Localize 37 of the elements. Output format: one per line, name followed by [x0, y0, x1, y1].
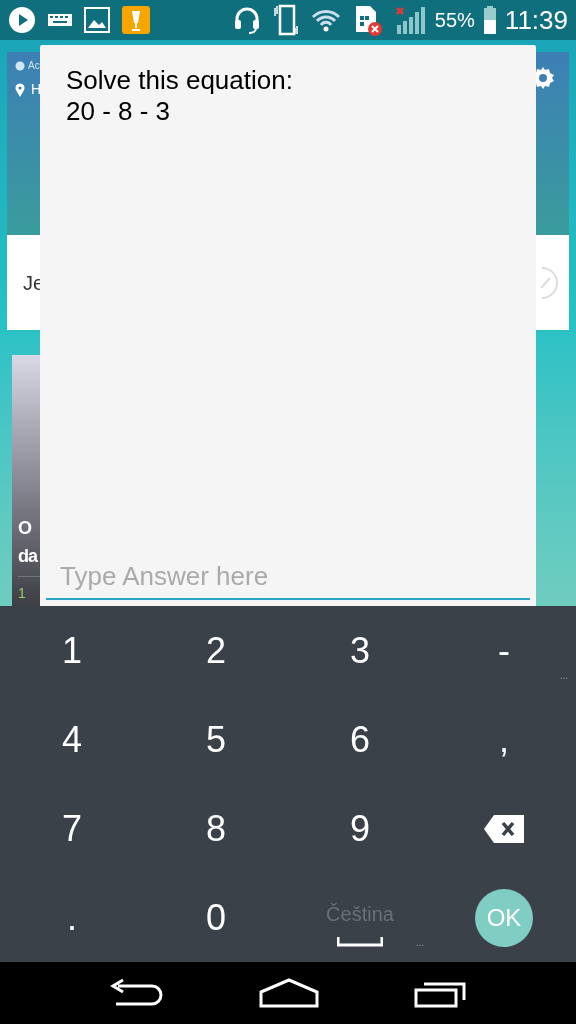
key[interactable]: 1: [0, 606, 144, 695]
space-bar-icon: [337, 936, 383, 947]
card-title: da: [18, 545, 38, 568]
key[interactable]: 6: [288, 695, 432, 784]
key[interactable]: 4: [0, 695, 144, 784]
signal-icon: [394, 5, 427, 35]
battery-icon: [482, 5, 497, 35]
more-dots: ...: [559, 669, 568, 683]
backspace-key[interactable]: [484, 814, 524, 843]
backspace-icon: [484, 814, 524, 843]
key[interactable]: 8: [144, 784, 288, 873]
location-pin-icon: [15, 82, 25, 97]
location-text: H: [31, 80, 42, 99]
key[interactable]: 3: [288, 606, 432, 695]
glass-icon: [122, 6, 150, 34]
key[interactable]: 0: [144, 873, 288, 962]
key[interactable]: ,: [432, 695, 576, 784]
key[interactable]: 5: [144, 695, 288, 784]
key[interactable]: 7: [0, 784, 144, 873]
question-text: Solve this equation:: [66, 65, 294, 96]
key[interactable]: - ...: [432, 606, 576, 695]
more-dots: ...: [415, 936, 424, 950]
home-icon: [259, 978, 319, 1008]
question-text: 20 - 8 - 3: [66, 96, 172, 127]
vibrate-icon: [272, 4, 299, 36]
keyboard-icon: [48, 13, 72, 27]
play-icon: [8, 6, 36, 34]
card-title: O: [18, 517, 32, 540]
battery-percent: 55%: [434, 8, 475, 33]
key[interactable]: 9: [288, 784, 432, 873]
headset-icon: [232, 5, 261, 35]
clock-time: 11:39: [504, 3, 568, 37]
wifi-icon: [310, 8, 341, 32]
widget-text: Ac: [28, 59, 40, 73]
key[interactable]: 2: [144, 606, 288, 695]
image-icon: [84, 7, 110, 33]
key[interactable]: .: [0, 873, 144, 962]
